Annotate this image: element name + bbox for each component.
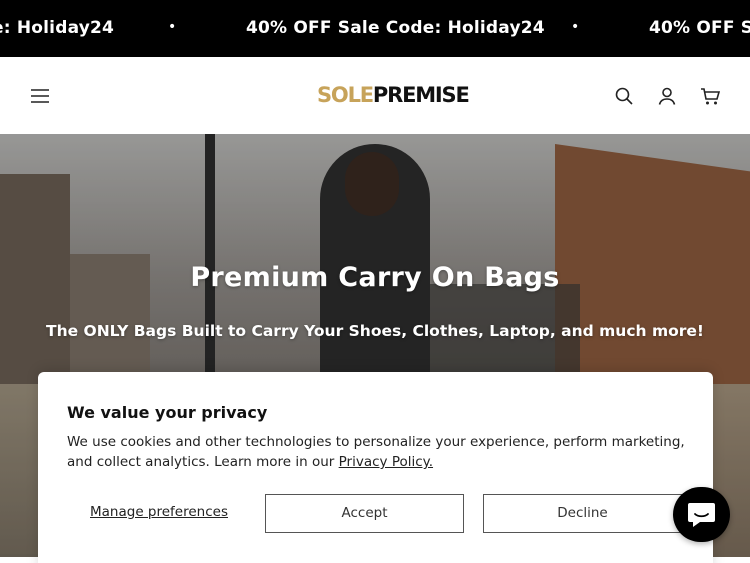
cookie-banner-text: We use cookies and other technologies to… [67, 432, 697, 472]
announcement-message: e: Holiday24 [0, 18, 115, 38]
announcement-bar: e: Holiday24 • 40% OFF Sale Code: Holida… [0, 0, 750, 57]
chat-button[interactable] [673, 487, 730, 542]
search-icon[interactable] [613, 85, 635, 107]
announcement-message: 40% OFF Sal [649, 18, 750, 38]
logo-part-premise: PREMISE [372, 83, 470, 107]
announcement-separator: • [571, 19, 580, 35]
logo[interactable]: SOLEPREMISE [317, 83, 470, 107]
cart-icon[interactable] [699, 85, 721, 107]
announcement-message: 40% OFF Sale Code: Holiday24 [246, 18, 545, 38]
chat-icon [688, 503, 715, 527]
site-header: SOLEPREMISE [0, 57, 750, 134]
privacy-policy-link[interactable]: Privacy Policy. [339, 454, 433, 470]
hero-subtitle: The ONLY Bags Built to Carry Your Shoes,… [46, 322, 704, 340]
account-icon[interactable] [656, 85, 678, 107]
announcement-separator: • [168, 19, 177, 35]
cookie-banner-title: We value your privacy [67, 403, 268, 422]
logo-part-sole: SOLE [317, 83, 374, 107]
hero-title: Premium Carry On Bags [190, 262, 560, 293]
accept-button[interactable]: Accept [265, 494, 464, 533]
decline-button[interactable]: Decline [483, 494, 682, 533]
menu-icon[interactable] [29, 85, 51, 107]
manage-preferences-button[interactable]: Manage preferences [90, 504, 228, 520]
cookie-banner: We value your privacy We use cookies and… [38, 372, 713, 563]
